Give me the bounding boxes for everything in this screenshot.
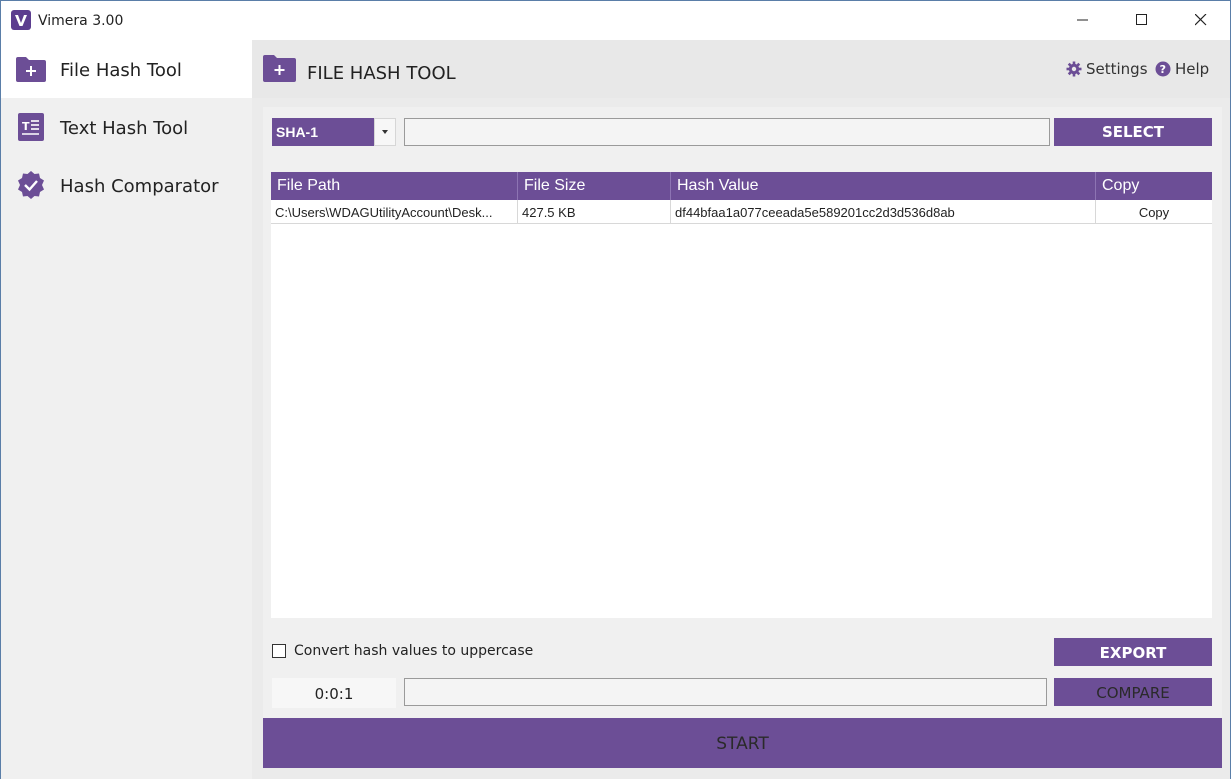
algorithm-selected[interactable]: SHA-1 [272,118,374,146]
window-title: Vimera 3.00 [38,13,124,29]
file-path-input[interactable] [404,118,1050,146]
column-header-copy[interactable]: Copy [1096,172,1212,200]
table-row[interactable]: C:\Users\WDAGUtilityAccount\Desk... 427.… [271,200,1212,224]
help-label: Help [1175,60,1210,78]
page-title: FILE HASH TOOL [307,63,456,84]
help-button[interactable]: ? Help [1155,60,1209,78]
maximize-button[interactable] [1113,1,1171,40]
text-document-icon: T [18,113,44,141]
column-header-file-size[interactable]: File Size [518,172,671,200]
sidebar: File Hash Tool T Text Hash Tool Hash Com… [1,40,252,779]
settings-button[interactable]: Settings [1066,60,1148,78]
select-button[interactable]: SELECT [1054,118,1212,146]
page-header: FILE HASH TOOL Settings ? Help [252,40,1230,98]
cell-file-size: 427.5 KB [518,200,671,224]
sidebar-item-label: Text Hash Tool [60,118,189,139]
title-bar[interactable]: Vimera 3.00 [1,1,1230,40]
sidebar-item-file-hash-tool[interactable]: File Hash Tool [1,40,252,98]
close-icon [1195,14,1207,26]
help-icon: ? [1155,61,1171,77]
start-button[interactable]: START [263,718,1222,768]
svg-text:T: T [22,120,30,133]
uppercase-label: Convert hash values to uppercase [294,643,534,659]
copy-button[interactable]: Copy [1096,200,1212,224]
minimize-button[interactable] [1054,1,1112,40]
table-header: File Path File Size Hash Value Copy [271,172,1212,200]
minimize-icon [1077,19,1088,21]
cell-hash-value: df44bfaa1a077ceeada5e589201cc2d3d536d8ab [671,200,1096,224]
hash-panel: SHA-1 SELECT File Path File Size Hash Va… [263,107,1222,719]
sidebar-item-hash-comparator[interactable]: Hash Comparator [1,156,252,214]
gear-icon [1066,61,1082,77]
close-button[interactable] [1172,1,1230,40]
sidebar-item-label: File Hash Tool [60,60,182,81]
export-button[interactable]: EXPORT [1054,638,1212,666]
folder-plus-icon [16,57,46,82]
uppercase-checkbox[interactable]: Convert hash values to uppercase [272,643,533,659]
sidebar-item-label: Hash Comparator [60,176,219,197]
badge-check-icon [18,171,44,199]
elapsed-timer: 0:0:1 [272,678,396,708]
svg-text:?: ? [1160,63,1166,76]
column-header-file-path[interactable]: File Path [271,172,518,200]
column-header-hash-value[interactable]: Hash Value [671,172,1096,200]
results-table: File Path File Size Hash Value Copy C:\U… [271,172,1212,618]
checkbox-box[interactable] [272,644,286,658]
app-window: Vimera 3.00 File Hash Tool T Text Hash T… [0,0,1231,779]
maximize-icon [1136,14,1147,25]
main-area: FILE HASH TOOL Settings ? Help SHA-1 SEL… [252,40,1230,779]
compare-button[interactable]: COMPARE [1054,678,1212,706]
settings-label: Settings [1086,60,1148,78]
folder-plus-icon [263,55,296,82]
compare-input[interactable] [404,678,1047,706]
sidebar-item-text-hash-tool[interactable]: T Text Hash Tool [1,98,252,156]
app-logo-icon [11,10,31,30]
algorithm-dropdown[interactable]: SHA-1 [272,118,396,146]
cell-file-path: C:\Users\WDAGUtilityAccount\Desk... [271,200,518,224]
chevron-down-icon[interactable] [374,118,396,146]
